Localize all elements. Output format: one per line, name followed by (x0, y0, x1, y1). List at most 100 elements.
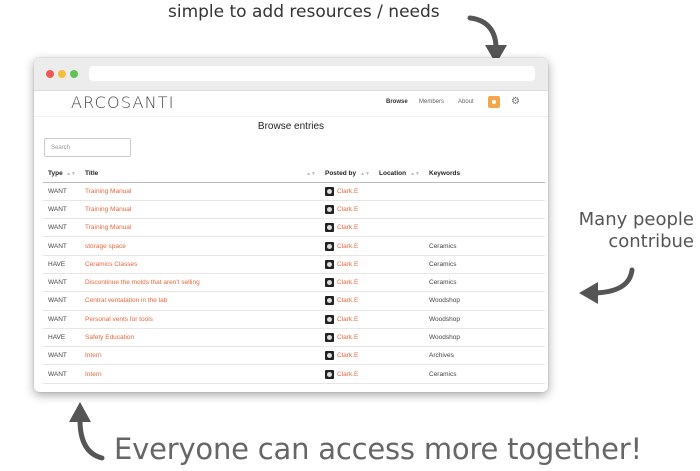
cell-location (374, 255, 424, 274)
poster-link[interactable]: Clark.E (337, 224, 358, 231)
table-row[interactable]: HAVE Safety Education Clark.E Woodshop (43, 328, 545, 348)
column-header-keywords[interactable]: Keywords (424, 166, 545, 183)
cell-title: Discontinue the molds that aren't sellin… (80, 273, 320, 293)
nav-members[interactable]: Members (419, 99, 444, 105)
poster-link[interactable]: Clark.E (337, 316, 358, 323)
avatar (325, 241, 334, 251)
avatar (325, 314, 334, 324)
minimize-window-button[interactable] (58, 70, 66, 78)
entry-title-link[interactable]: Ceramics Classes (85, 261, 137, 268)
caption-right-line2: contribue (608, 231, 694, 252)
entry-title-link[interactable]: Training Manual (85, 206, 131, 213)
table-row[interactable]: WANT Training Manual Clark.E (43, 218, 545, 238)
address-bar[interactable] (89, 66, 535, 81)
entry-title-link[interactable]: Training Manual (85, 224, 131, 231)
column-header-title[interactable]: Title ▲▼ (80, 166, 320, 183)
poster-link[interactable]: Clark.E (337, 353, 358, 360)
close-window-button[interactable] (46, 70, 54, 78)
cell-posted-by: Clark.E (320, 291, 374, 311)
cell-location (374, 310, 424, 329)
cell-location (374, 346, 424, 366)
entry-title-link[interactable]: Central ventalation in the lab (85, 297, 167, 304)
entry-title-link[interactable]: Safety Education (85, 334, 134, 341)
poster-link[interactable]: Clark.E (337, 206, 358, 213)
cell-posted-by: Clark.E (320, 218, 374, 238)
entry-title-link[interactable]: Intern (85, 352, 102, 359)
cell-type: WANT (43, 182, 80, 201)
table-row[interactable]: WANT Training Manual Clark.E (43, 200, 545, 220)
cell-type: WANT (43, 200, 80, 220)
search-input[interactable]: Search (44, 138, 131, 157)
gear-icon[interactable]: ⚙ (511, 96, 520, 108)
maximize-window-button[interactable] (70, 70, 78, 78)
browser-window: ARCOSANTI Browse Members About ⚙ Browse … (34, 58, 548, 392)
entry-title-link[interactable]: Discontinue the molds that aren't sellin… (85, 279, 200, 286)
arrow-left-icon (579, 267, 635, 304)
cell-type: WANT (43, 236, 80, 256)
entry-title-link[interactable]: Intern (85, 371, 102, 378)
cell-title: Training Manual (80, 182, 320, 201)
avatar (325, 369, 334, 379)
nav-browse[interactable]: Browse (386, 99, 408, 105)
cell-location (374, 291, 424, 311)
cell-posted-by: Clark.E (320, 346, 374, 366)
cell-posted-by: Clark.E (320, 182, 374, 201)
cell-posted-by: Clark.E (320, 200, 374, 220)
cell-title: Training Manual (80, 218, 320, 238)
user-menu-button[interactable] (488, 96, 500, 108)
avatar (325, 223, 334, 233)
cell-type: HAVE (43, 255, 80, 274)
cell-keywords: Woodshop (424, 310, 545, 329)
cell-title: Central ventalation in the lab (80, 291, 320, 311)
avatar (325, 204, 334, 214)
app-header: ARCOSANTI Browse Members About ⚙ (34, 91, 548, 117)
table-row[interactable]: WANT Intern Clark.E Ceramics (43, 364, 545, 384)
cell-posted-by: Clark.E (320, 255, 374, 274)
cell-location (374, 200, 424, 220)
browser-chrome (34, 58, 548, 91)
column-header-type[interactable]: Type ▲▼ (43, 166, 80, 183)
avatar (325, 333, 334, 343)
cell-keywords: Ceramics (424, 255, 545, 274)
cell-posted-by: Clark.E (320, 310, 374, 329)
entry-title-link[interactable]: Training Manual (85, 188, 131, 195)
column-header-location[interactable]: Location ▲▼ (374, 166, 424, 183)
cell-keywords: Archives (424, 346, 545, 366)
column-header-label: Type (48, 170, 63, 178)
avatar (325, 278, 334, 288)
table-row[interactable]: WANT Central ventalation in the lab Clark.… (43, 291, 545, 311)
logo[interactable]: ARCOSANTI (71, 93, 175, 112)
cell-location (374, 364, 424, 384)
cell-location (374, 236, 424, 256)
poster-link[interactable]: Clark.E (337, 371, 358, 378)
table-row[interactable]: HAVE Ceramics Classes Clark.E Ceramics (43, 255, 545, 274)
user-icon (492, 100, 496, 104)
entry-title-link[interactable]: storage space (85, 243, 126, 250)
table-row[interactable]: WANT storage space Clark.E Ceramics (43, 236, 545, 256)
table-row[interactable]: WANT Discontinue the molds that aren't se… (43, 273, 545, 293)
poster-link[interactable]: Clark.E (337, 279, 358, 286)
nav-about[interactable]: About (458, 99, 474, 105)
cell-type: HAVE (43, 328, 80, 348)
cell-type: WANT (43, 364, 80, 384)
poster-link[interactable]: Clark.E (337, 334, 358, 341)
cell-location (374, 218, 424, 238)
cell-keywords: Woodshop (424, 291, 545, 311)
page-title: Browse entries (257, 121, 325, 132)
column-header-posted-by[interactable]: Posted by ▲▼ (320, 166, 374, 183)
entry-title-link[interactable]: Personal vents for tools (85, 316, 153, 323)
poster-link[interactable]: Clark.E (337, 261, 358, 268)
column-header-label: Title (85, 170, 99, 178)
sort-icon: ▲▼ (306, 171, 316, 177)
cell-title: Personal vents for tools (80, 310, 320, 329)
cell-type: WANT (43, 218, 80, 238)
poster-link[interactable]: Clark.E (337, 243, 358, 250)
table-row[interactable]: WANT Training Manual Clark.E (43, 182, 545, 201)
table-row[interactable]: WANT Personal vents for tools Clark.E Woods… (43, 310, 545, 329)
column-header-label: Location (379, 170, 407, 178)
poster-link[interactable]: Clark.E (337, 188, 358, 195)
table-row[interactable]: WANT Intern Clark.E Archives (43, 346, 545, 366)
table-header-row: Type ▲▼ Title ▲▼ Posted by ▲▼ Location ▲▼ Ke… (43, 166, 545, 183)
cell-keywords: Ceramics (424, 236, 545, 256)
poster-link[interactable]: Clark.E (337, 298, 358, 305)
